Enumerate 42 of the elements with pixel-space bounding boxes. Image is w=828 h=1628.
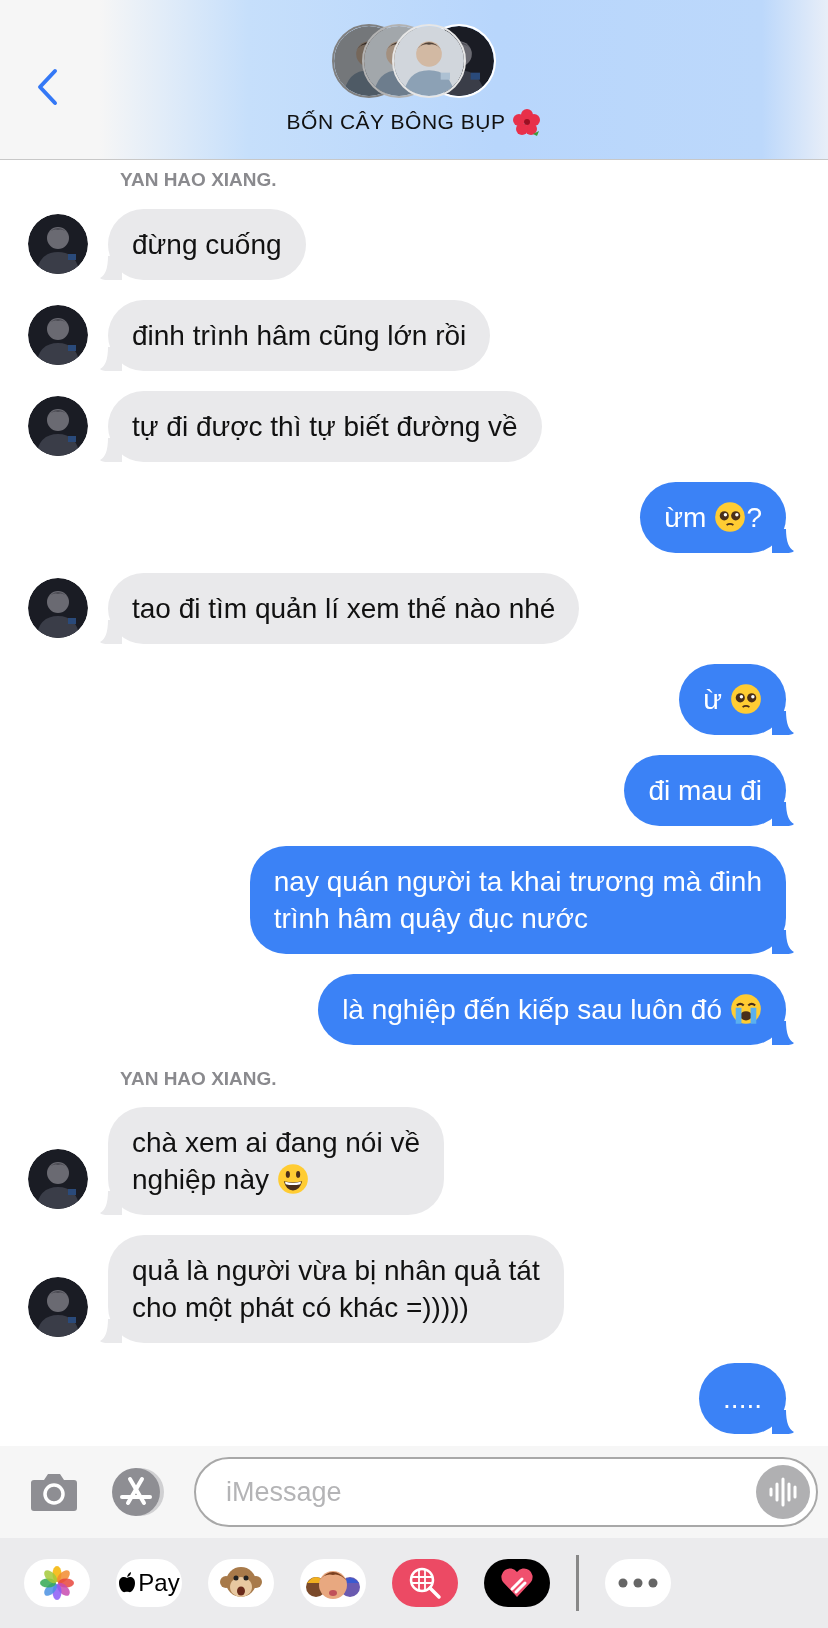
sent-message: đi mau đi <box>624 754 786 826</box>
search-icon <box>407 1565 443 1601</box>
pay-button[interactable]: Pay <box>116 1559 182 1607</box>
monkey-app-button[interactable] <box>208 1559 274 1607</box>
audio-icon[interactable] <box>756 1465 810 1519</box>
sent-message: ừ <box>679 663 786 735</box>
message-field[interactable]: iMessage <box>194 1457 818 1527</box>
heart-icon <box>500 1567 534 1599</box>
more-icon <box>618 1578 658 1588</box>
bubble-tail <box>772 528 794 553</box>
hibiscus-icon <box>513 107 542 136</box>
received-message: chà xem ai đang nói về nghiệp này <box>108 1107 444 1215</box>
sender-name: YAN HAO XIANG. <box>120 168 278 192</box>
grin-emoji-icon <box>277 1163 309 1195</box>
bubble-tail <box>772 710 794 735</box>
bubble-tail <box>772 801 794 826</box>
group-title[interactable]: BỐN CÂY BÔNG BỤP <box>286 106 506 138</box>
heart-app-button[interactable] <box>484 1559 550 1607</box>
received-message: tao đi tìm quản lí xem thế nào nhé <box>108 572 580 644</box>
received-message: đinh trình hâm cũng lớn rồi <box>108 299 491 371</box>
sent-message: là nghiệp đến kiếp sau luôn đó <box>318 973 786 1045</box>
bubble-tail <box>772 1020 794 1045</box>
sent-message: nay quán người ta khai trương mà đinh trình hâm quậy đục nước <box>249 845 786 954</box>
bubble-tail <box>772 929 794 954</box>
pleading-emoji-icon <box>714 500 747 533</box>
sent-message: ừm ? <box>640 481 786 553</box>
bubble-tail <box>772 1410 794 1434</box>
pleading-emoji-icon <box>730 682 762 715</box>
apple-icon <box>118 1572 137 1594</box>
camera-icon[interactable] <box>30 1472 78 1512</box>
more-app-button[interactable] <box>605 1559 671 1607</box>
sent-message: ..... <box>699 1363 786 1434</box>
search-app-button[interactable] <box>392 1559 458 1607</box>
received-message: tự đi được thì tự biết đường về <box>108 390 542 462</box>
back-icon[interactable] <box>36 68 58 106</box>
crying-emoji-icon <box>730 992 762 1025</box>
photos-icon <box>39 1565 75 1601</box>
photos-app-button[interactable] <box>24 1559 90 1607</box>
received-message: đừng cuống <box>108 208 306 280</box>
received-message: quả là người vừa bị nhân quả tát cho một phát có khác =))))) <box>108 1235 564 1343</box>
memoji-app-button[interactable] <box>300 1559 366 1607</box>
sender-name: YAN HAO XIANG. <box>120 1066 278 1091</box>
